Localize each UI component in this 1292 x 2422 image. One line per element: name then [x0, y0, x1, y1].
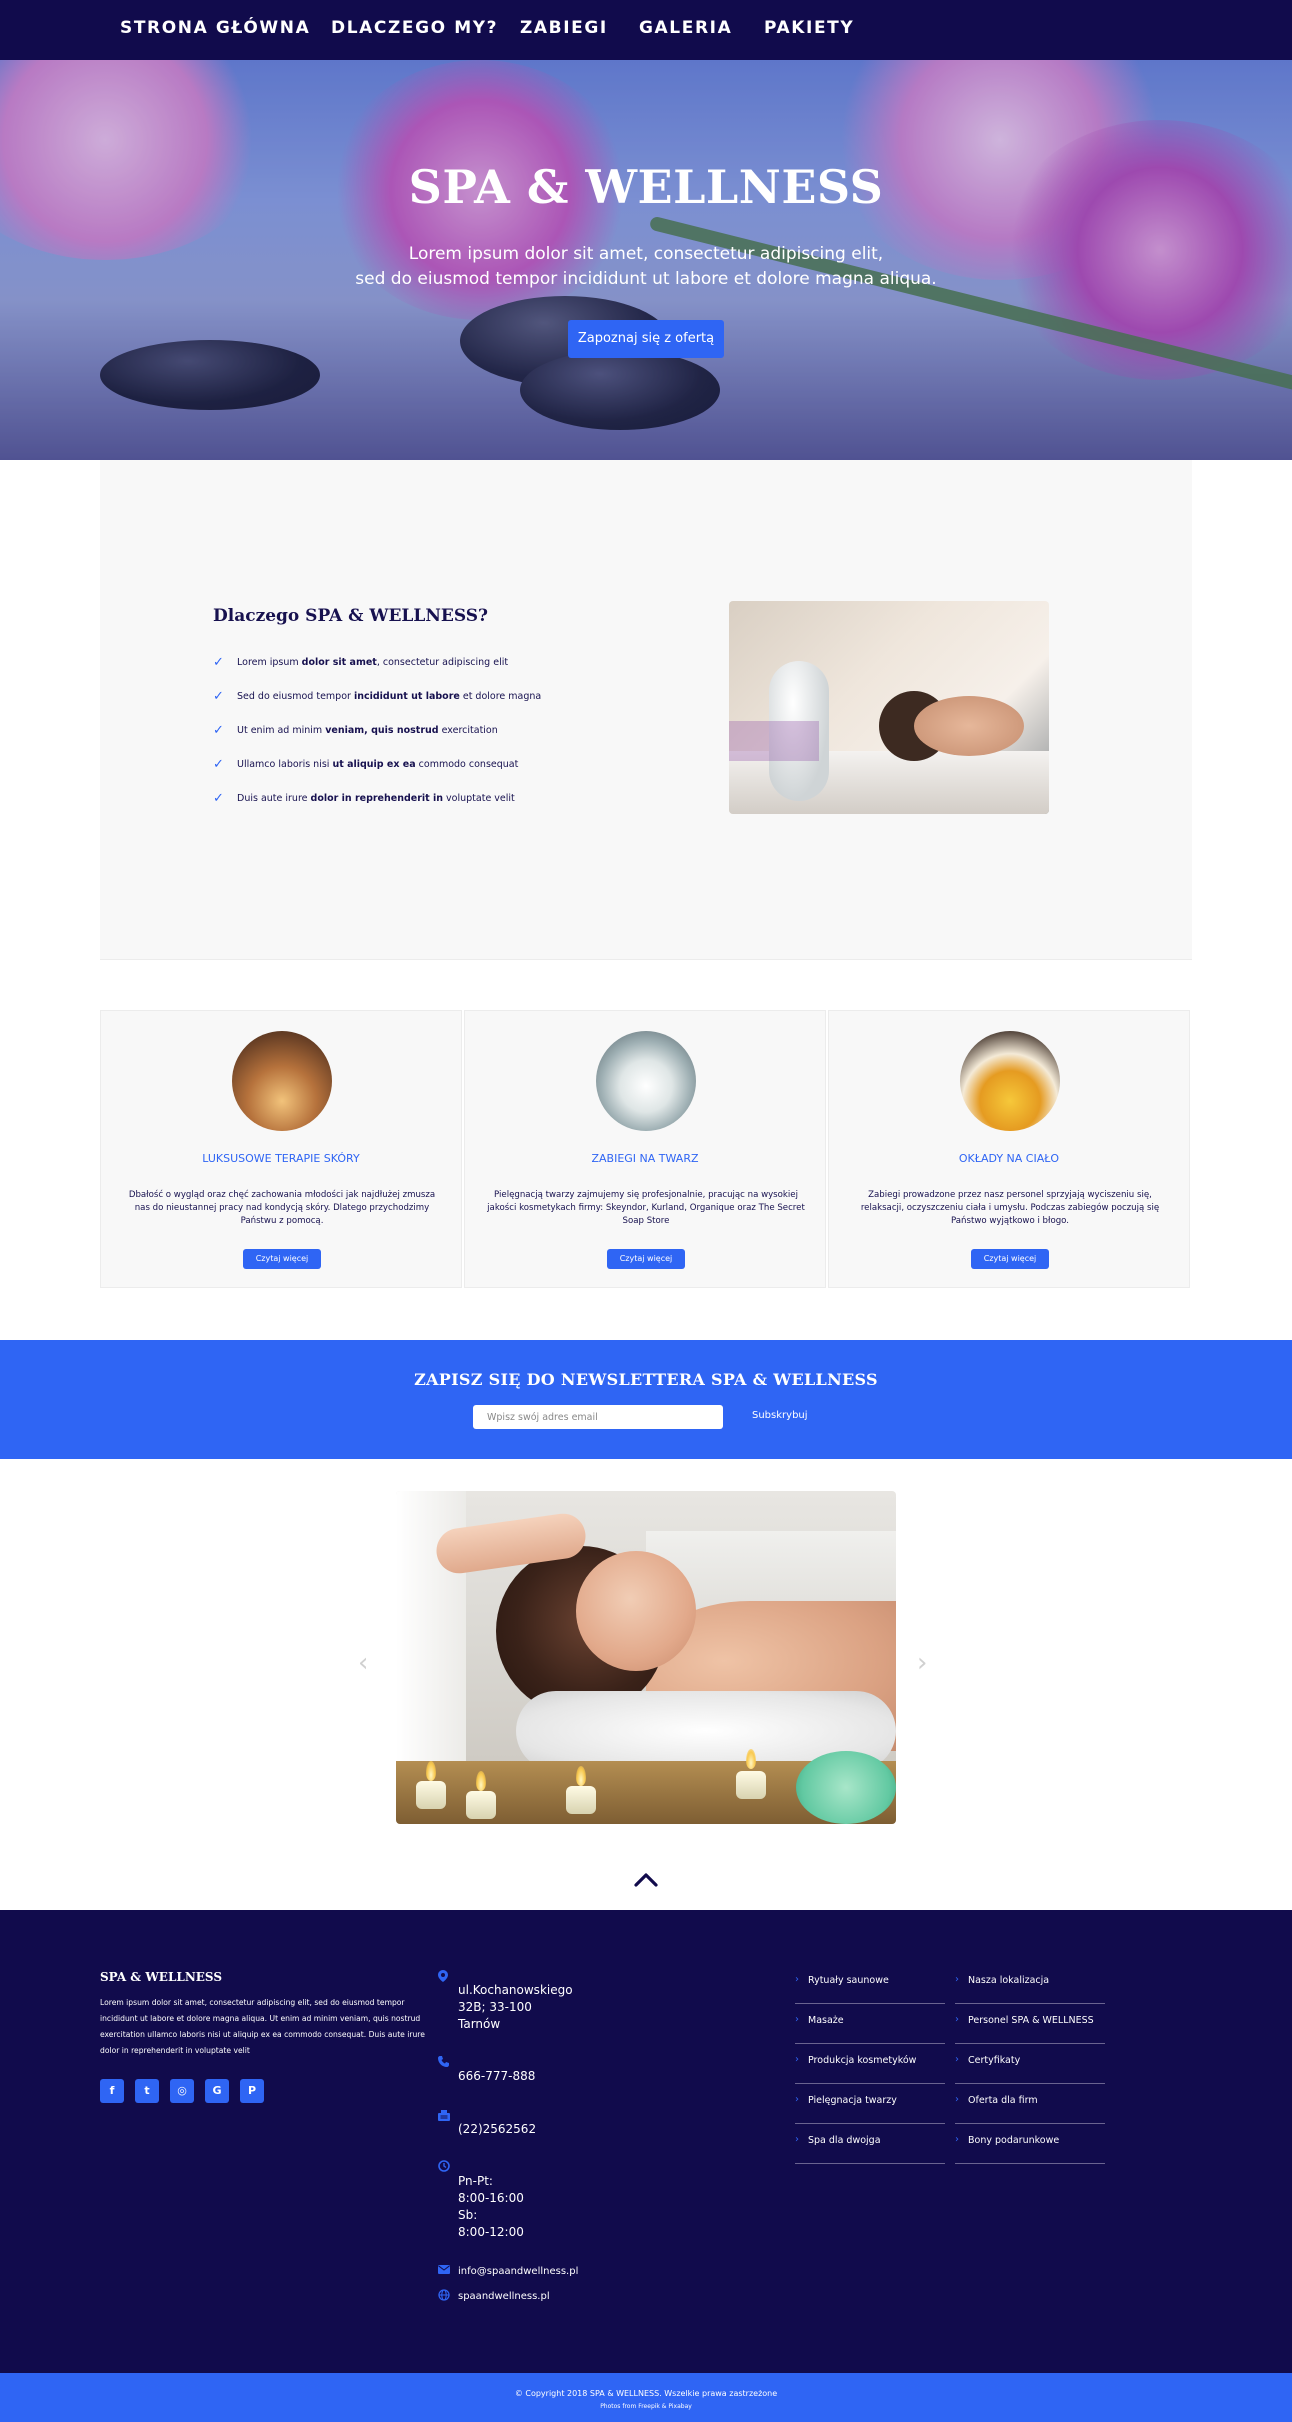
site-footer: SPA & WELLNESS Lorem ipsum dolor sit ame… [0, 1910, 1292, 2373]
slider-prev-arrow[interactable]: ‹ [358, 1648, 368, 1678]
footer-link-staff[interactable]: › Personel SPA & WELLNESS [955, 2004, 1105, 2044]
check-icon: ✓ [213, 757, 224, 772]
footer-link-spa-for-two[interactable]: › Spa dla dwojga [795, 2124, 945, 2164]
nav-item-packages[interactable]: PAKIETY [764, 18, 854, 38]
opening-hours: Pn-Pt: 8:00-16:00 Sb: 8:00-12:00 [458, 2174, 524, 2239]
service-card-facial: ZABIEGI NA TWARZ Pielęgnacją twarzy zajm… [464, 1010, 826, 1288]
nav-item-home[interactable]: STRONA GŁÓWNA [120, 18, 310, 38]
chevron-right-icon: › [955, 2014, 959, 2025]
footer-link-business-offer[interactable]: › Oferta dla firm [955, 2084, 1105, 2124]
fax-icon [438, 2110, 450, 2122]
nav-item-treatments[interactable]: ZABIEGI [520, 18, 608, 38]
read-more-button[interactable]: Czytaj więcej [243, 1249, 321, 1269]
chevron-right-icon: › [795, 2014, 799, 2025]
read-more-button[interactable]: Czytaj więcej [607, 1249, 685, 1269]
chevron-up-icon [634, 1873, 658, 1887]
contact-address: ul.Kochanowskiego 32B; 33-100 Tarnów [458, 1983, 573, 2031]
chevron-right-icon: › [955, 2094, 959, 2105]
chevron-right-icon: › [955, 1974, 959, 1985]
phone-icon [438, 2056, 450, 2068]
hero-subtitle: Lorem ipsum dolor sit amet, consectetur … [0, 242, 1292, 292]
copyright-text: © Copyright 2018 SPA & WELLNESS. Wszelki… [514, 2389, 778, 2398]
service-description: Dbałość o wygląd oraz chęć zachowania mł… [128, 1190, 436, 1226]
pinterest-icon[interactable]: P [240, 2079, 264, 2103]
footer-link-face-care[interactable]: › Pielęgnacja twarzy [795, 2084, 945, 2124]
contact-fax: (22)2562562 [458, 2122, 537, 2136]
footer-link-sauna-rituals[interactable]: › Rytuały saunowe [795, 1964, 945, 2004]
globe-icon [438, 2289, 450, 2301]
hero-subtitle-line: sed do eiusmod tempor incididunt ut labo… [355, 269, 937, 289]
why-us-list: ✓ Lorem ipsum dolor sit amet, consectetur… [213, 656, 541, 826]
service-photo [596, 1031, 696, 1131]
service-photo [960, 1031, 1060, 1131]
service-photo [232, 1031, 332, 1131]
clock-icon [438, 2160, 450, 2172]
check-icon: ✓ [213, 723, 224, 738]
contact-phone: 666-777-888 [458, 2069, 536, 2083]
slider-next-arrow[interactable]: › [917, 1648, 927, 1678]
why-us-section: Dlaczego SPA & WELLNESS? ✓ Lorem ipsum do… [100, 460, 1192, 960]
chevron-right-icon: › [795, 2134, 799, 2145]
hero-banner: SPA & WELLNESS Lorem ipsum dolor sit ame… [0, 60, 1292, 460]
why-us-item: ✓ Lorem ipsum dolor sit amet, consectetur… [213, 655, 509, 670]
twitter-icon[interactable]: t [135, 2079, 159, 2103]
newsletter-title: ZAPISZ SIĘ DO NEWSLETTERA SPA & WELLNESS [414, 1370, 878, 1389]
footer-description: Lorem ipsum dolor sit amet, consectetur … [100, 1998, 425, 2055]
check-icon: ✓ [213, 655, 224, 670]
photo-credits: Photos from Freepik & Pixabay [600, 2403, 692, 2410]
map-pin-icon [438, 1970, 450, 1982]
nav-item-gallery[interactable]: GALERIA [639, 18, 732, 38]
service-description: Pielęgnacją twarzy zajmujemy się profesj… [487, 1190, 805, 1226]
facial-massage-photo [729, 601, 1049, 814]
nav-item-why-us[interactable]: DLACZEGO MY? [331, 18, 498, 38]
why-us-item: ✓ Ullamco laboris nisi ut aliquip ex ea c… [213, 757, 519, 772]
service-card-body-wraps: OKŁADY NA CIAŁO Zabiegi prowadzone przez… [828, 1010, 1190, 1288]
chevron-right-icon: › [795, 2094, 799, 2105]
footer-link-massages[interactable]: › Masaże [795, 2004, 945, 2044]
footer-link-cosmetics[interactable]: › Produkcja kosmetyków [795, 2044, 945, 2084]
envelope-icon [438, 2264, 450, 2276]
gallery-slide [396, 1491, 896, 1824]
chevron-right-icon: › [795, 2054, 799, 2065]
scroll-to-top-button[interactable] [633, 1870, 659, 1888]
why-us-item: ✓ Ut enim ad minim veniam, quis nostrud e… [213, 723, 498, 738]
why-us-item: ✓ Sed do eiusmod tempor incididunt ut lab… [213, 689, 542, 704]
contact-email[interactable]: info@spaandwellness.pl [458, 2263, 578, 2280]
chevron-right-icon: › [955, 2054, 959, 2065]
footer-link-gift-vouchers[interactable]: › Bony podarunkowe [955, 2124, 1105, 2164]
service-card-skin-therapy: LUKSUSOWE TERAPIE SKÓRY Dbałość o wygląd… [100, 1010, 462, 1288]
subscribe-button[interactable]: Subskrybuj [752, 1410, 808, 1421]
footer-brand: SPA & WELLNESS [100, 1970, 222, 1984]
chevron-right-icon: › [955, 2134, 959, 2145]
service-title: LUKSUSOWE TERAPIE SKÓRY [202, 1152, 360, 1165]
read-more-button[interactable]: Czytaj więcej [971, 1249, 1049, 1269]
why-us-title: Dlaczego SPA & WELLNESS? [213, 606, 488, 626]
service-title: ZABIEGI NA TWARZ [591, 1152, 699, 1165]
service-description: Zabiegi prowadzone przez nasz personel s… [860, 1190, 1160, 1226]
contact-website[interactable]: spaandwellness.pl [458, 2288, 550, 2305]
newsletter-section: ZAPISZ SIĘ DO NEWSLETTERA SPA & WELLNESS… [0, 1340, 1292, 1459]
hero-subtitle-line: Lorem ipsum dolor sit amet, consectetur … [408, 244, 884, 264]
footer-link-certificates[interactable]: › Certyfikaty [955, 2044, 1105, 2084]
service-title: OKŁADY NA CIAŁO [958, 1152, 1060, 1165]
instagram-icon[interactable]: ◎ [170, 2079, 194, 2103]
offer-button[interactable]: Zapoznaj się z ofertą [568, 320, 724, 358]
hero-title: SPA & WELLNESS [408, 160, 884, 214]
google-icon[interactable]: G [205, 2079, 229, 2103]
check-icon: ✓ [213, 689, 224, 704]
facebook-icon[interactable]: f [100, 2079, 124, 2103]
newsletter-email-input[interactable] [473, 1405, 723, 1429]
copyright-bar: © Copyright 2018 SPA & WELLNESS. Wszelki… [0, 2373, 1292, 2422]
top-navbar: STRONA GŁÓWNA DLACZEGO MY? ZABIEGI GALER… [0, 0, 1292, 60]
why-us-item: ✓ Duis aute irure dolor in reprehenderit … [213, 791, 515, 806]
chevron-right-icon: › [795, 1974, 799, 1985]
footer-link-location[interactable]: › Nasza lokalizacja [955, 1964, 1105, 2004]
check-icon: ✓ [213, 791, 224, 806]
